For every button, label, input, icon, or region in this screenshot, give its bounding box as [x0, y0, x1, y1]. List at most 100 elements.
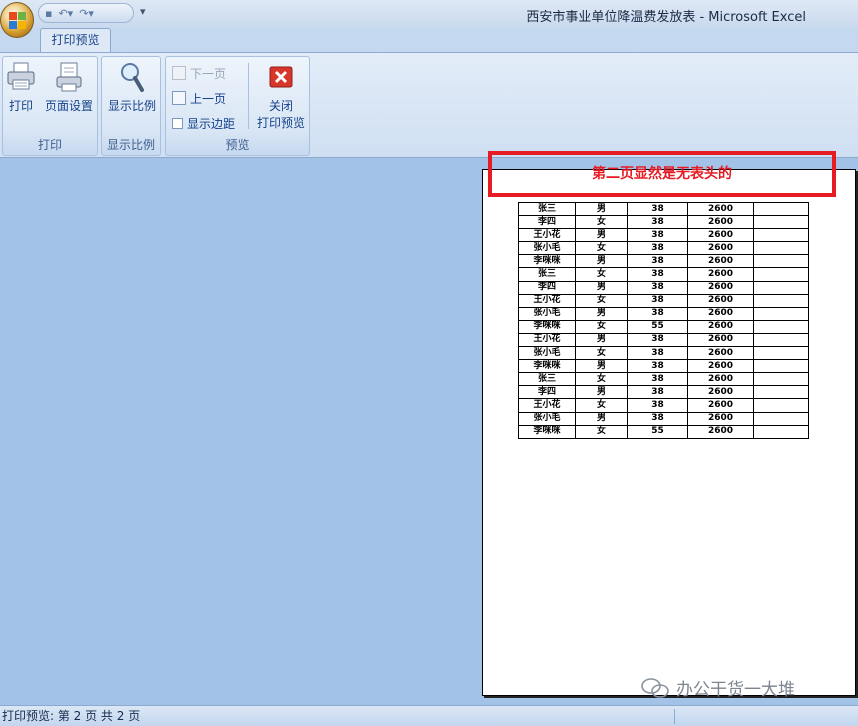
- next-page-icon: [172, 66, 186, 80]
- table-row: 张小毛男 38 2600: [518, 306, 809, 321]
- magnifier-icon: [117, 61, 147, 93]
- table-cell: 2600: [687, 267, 754, 282]
- table-cell: 2600: [687, 228, 754, 243]
- table-cell: 李咪咪: [518, 254, 576, 269]
- table-cell: 2600: [687, 254, 754, 269]
- watermark: 办公干货一大堆: [640, 675, 795, 700]
- close-print-preview-button[interactable]: 关闭 打印预览: [252, 61, 310, 131]
- table-cell: 女: [575, 424, 628, 439]
- table-cell: 38: [627, 346, 688, 361]
- table-cell: [753, 215, 809, 230]
- zoom-button[interactable]: 显示比例: [104, 61, 160, 114]
- table-cell: 王小花: [518, 398, 576, 413]
- table-row: 王小花女 38 2600: [518, 293, 809, 308]
- table-cell: 男: [575, 411, 628, 426]
- table-cell: 女: [575, 372, 628, 387]
- print-button[interactable]: 打印: [5, 61, 37, 114]
- table-cell: 2600: [687, 215, 754, 230]
- status-text: 打印预览: 第 2 页 共 2 页: [2, 709, 141, 723]
- page-setup-button[interactable]: 页面设置: [41, 61, 97, 114]
- table-cell: 男: [575, 385, 628, 400]
- table-row: 李咪咪男 38 2600: [518, 254, 809, 269]
- table-cell: 男: [575, 359, 628, 374]
- table-cell: 38: [627, 215, 688, 230]
- table-cell: 李咪咪: [518, 424, 576, 439]
- table-cell: 张三: [518, 201, 576, 217]
- table-row: 张小毛男 38 2600: [518, 411, 809, 426]
- table-cell: 男: [575, 201, 628, 217]
- next-page-button[interactable]: 下一页: [172, 63, 226, 83]
- table-cell: 王小花: [518, 332, 576, 348]
- table-cell: 38: [627, 385, 688, 400]
- table-cell: 38: [627, 411, 688, 426]
- office-button[interactable]: [0, 2, 34, 38]
- table-cell: 李咪咪: [518, 319, 576, 334]
- table-cell: 2600: [687, 385, 754, 400]
- close-label-line1: 关闭: [268, 99, 293, 113]
- group-separator: [248, 63, 249, 129]
- preview-table: 张三男 38 2600 李四女 38 2600 王小花男 38 2600 张小毛女 38 2600 李咪…: [518, 201, 809, 439]
- table-cell: 女: [575, 346, 628, 361]
- previous-page-icon: [172, 91, 186, 105]
- table-cell: 女: [575, 215, 628, 230]
- table-cell: 55: [627, 319, 688, 334]
- table-cell: 女: [575, 398, 628, 413]
- preview-group: 下一页 上一页 显示边距 关闭 打印预览 预览: [165, 56, 310, 156]
- table-cell: 女: [575, 241, 628, 256]
- table-cell: 38: [627, 398, 688, 413]
- table-cell: 张小毛: [518, 241, 576, 256]
- table-cell: 2600: [687, 398, 754, 413]
- table-cell: [753, 280, 809, 295]
- table-cell: 2600: [687, 359, 754, 374]
- table-row: 李四女 38 2600: [518, 215, 809, 230]
- table-row: 李咪咪女 55 2600: [518, 319, 809, 334]
- table-cell: [753, 359, 809, 374]
- table-cell: 2600: [687, 280, 754, 295]
- previous-page-button[interactable]: 上一页: [172, 88, 226, 108]
- table-cell: 王小花: [518, 228, 576, 243]
- table-row: 李咪咪女 55 2600: [518, 424, 809, 439]
- table-cell: [753, 228, 809, 243]
- page-setup-label: 页面设置: [44, 99, 93, 113]
- table-cell: 张小毛: [518, 346, 576, 361]
- table-cell: 55: [627, 424, 688, 439]
- next-page-label: 下一页: [190, 66, 227, 81]
- table-cell: [753, 293, 809, 308]
- show-margins-label: 显示边距: [187, 116, 236, 131]
- title-bar: ▪ ↶▾ ↷▾ ▾ 西安市事业单位降温费发放表 - Microsoft Exce…: [0, 0, 858, 28]
- table-cell: 2600: [687, 372, 754, 387]
- table-cell: [753, 201, 809, 217]
- wechat-icon: [640, 677, 670, 699]
- table-cell: [753, 385, 809, 400]
- table-cell: 38: [627, 280, 688, 295]
- tab-print-preview[interactable]: 打印预览: [40, 28, 111, 53]
- table-cell: [753, 424, 809, 439]
- table-cell: 2600: [687, 346, 754, 361]
- table-cell: 38: [627, 201, 688, 217]
- table-cell: 张三: [518, 267, 576, 282]
- table-cell: 38: [627, 332, 688, 348]
- table-cell: 2600: [687, 424, 754, 439]
- print-group-label: 打印: [37, 138, 62, 152]
- show-margins-checkbox[interactable]: 显示边距: [172, 113, 235, 133]
- table-cell: [753, 306, 809, 321]
- table-row: 李四男 38 2600: [518, 280, 809, 295]
- table-row: 张小毛女 38 2600: [518, 346, 809, 361]
- previous-page-label: 上一页: [190, 91, 227, 106]
- table-cell: [753, 346, 809, 361]
- table-cell: 2600: [687, 319, 754, 334]
- table-row: 张小毛女 38 2600: [518, 241, 809, 256]
- table-cell: [753, 372, 809, 387]
- table-cell: 38: [627, 359, 688, 374]
- table-cell: 李四: [518, 385, 576, 400]
- ribbon-tab-row: 打印预览: [0, 28, 858, 53]
- table-cell: 38: [627, 372, 688, 387]
- table-row: 李咪咪男 38 2600: [518, 359, 809, 374]
- watermark-text: 办公干货一大堆: [676, 680, 795, 700]
- table-cell: 2600: [687, 241, 754, 256]
- close-label-line2: 打印预览: [256, 116, 305, 130]
- status-bar: 打印预览: 第 2 页 共 2 页: [0, 705, 858, 726]
- table-row: 王小花男 38 2600: [518, 228, 809, 243]
- table-cell: 李四: [518, 280, 576, 295]
- table-cell: 李咪咪: [518, 359, 576, 374]
